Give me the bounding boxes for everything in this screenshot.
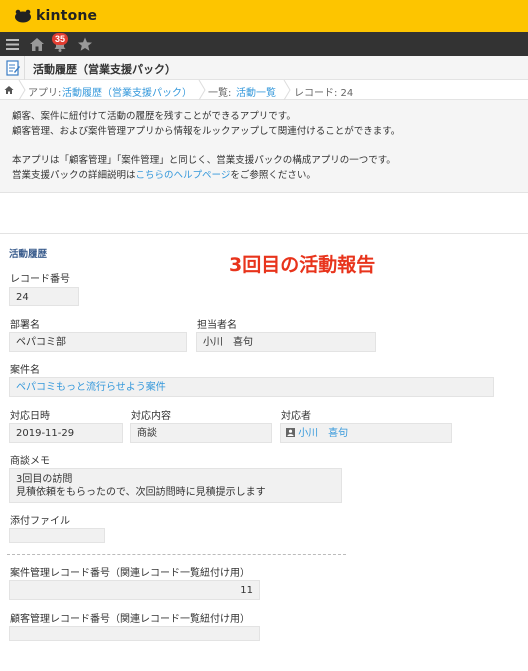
kintone-logo[interactable]: kintone: [14, 8, 97, 24]
department-label: 部署名: [10, 320, 40, 331]
description-line: 顧客管理、および案件管理アプリから情報をルックアップして関連付けることができます…: [12, 126, 401, 137]
description-line: 本アプリは「顧客管理」「案件管理」と同じく、営業支援パックの構成アプリの一つです…: [12, 155, 396, 166]
notification-badge: 35: [52, 33, 69, 45]
record-number-label: レコード番号: [10, 274, 70, 285]
menu-icon[interactable]: [4, 35, 22, 53]
breadcrumb-home-icon[interactable]: [4, 85, 14, 95]
app-icon: [6, 60, 20, 76]
attachment-label: 添付ファイル: [10, 516, 70, 527]
group-label: 活動履歴: [9, 249, 48, 260]
responder-link[interactable]: 小川 喜句: [298, 428, 348, 439]
report-title: 3回目の活動報告: [229, 254, 376, 276]
star-icon[interactable]: [76, 35, 94, 53]
customer-record-number-label: 顧客管理レコード番号（関連レコード一覧紐付け用）: [10, 614, 250, 625]
memo-line: 3回目の訪問: [16, 474, 73, 485]
help-page-link[interactable]: こちらのヘルプページ: [136, 170, 231, 181]
case-name-label: 案件名: [10, 365, 40, 376]
breadcrumb-separator-icon: [283, 80, 291, 100]
case-record-number-label: 案件管理レコード番号（関連レコード一覧紐付け用）: [10, 568, 250, 579]
person-field: 小川 喜句: [196, 332, 376, 352]
date-label: 対応日時: [10, 411, 50, 422]
logo-text: kintone: [36, 8, 98, 24]
description-line: 営業支援パックの詳細説明はこちらのヘルプページをご参照ください。: [12, 170, 316, 181]
memo-label: 商談メモ: [10, 456, 50, 467]
breadcrumb: アプリ: 活動履歴（営業支援パック） 一覧: 活動一覧 レコード: 24: [0, 80, 528, 100]
title-separator: [24, 56, 25, 80]
customer-record-number-field: [9, 626, 260, 641]
user-icon: [286, 428, 295, 437]
person-label: 担当者名: [197, 320, 237, 331]
attachment-field: [9, 528, 105, 543]
breadcrumb-separator-icon: [198, 80, 206, 100]
top-header: kintone: [0, 0, 528, 32]
responder-field: 小川 喜句: [280, 423, 452, 443]
content-field: 商談: [130, 423, 272, 443]
app-description: 顧客、案件に紐付けて活動の履歴を残すことができるアプリです。 顧客管理、および案…: [0, 100, 528, 193]
date-field: 2019-11-29: [9, 423, 123, 443]
breadcrumb-list-link[interactable]: 活動一覧: [236, 84, 276, 99]
content-label: 対応内容: [131, 411, 171, 422]
breadcrumb-app-link[interactable]: 活動履歴（営業支援パック）: [62, 84, 192, 99]
memo-line: 見積依頼をもらったので、次回訪問時に見積提示します: [16, 487, 266, 498]
breadcrumb-list-prefix: 一覧:: [208, 88, 232, 99]
responder-label: 対応者: [281, 411, 311, 422]
app-title: 活動履歴（営業支援パック）: [33, 63, 176, 76]
description-line: 顧客、案件に紐付けて活動の履歴を残すことができるアプリです。: [12, 111, 296, 122]
memo-field: 3回目の訪問 見積依頼をもらったので、次回訪問時に見積提示します: [9, 468, 342, 503]
breadcrumb-record: レコード: 24: [294, 88, 354, 99]
kintone-logo-icon: [15, 9, 31, 23]
breadcrumb-app-prefix: アプリ:: [28, 88, 62, 99]
case-record-number-field: 11: [9, 580, 260, 600]
app-title-bar: 活動履歴（営業支援パック）: [0, 56, 528, 80]
breadcrumb-separator-icon: [18, 80, 26, 100]
department-field: ペパコミ部: [9, 332, 187, 352]
home-icon[interactable]: [28, 35, 46, 53]
case-name-field[interactable]: ペパコミもっと流行らせよう案件: [9, 377, 494, 397]
record-number-field: 24: [9, 287, 79, 306]
global-navbar: 35: [0, 32, 528, 56]
case-name-link[interactable]: ペパコミもっと流行らせよう案件: [16, 382, 166, 393]
section-divider: [7, 554, 346, 555]
form-divider: [0, 233, 528, 234]
